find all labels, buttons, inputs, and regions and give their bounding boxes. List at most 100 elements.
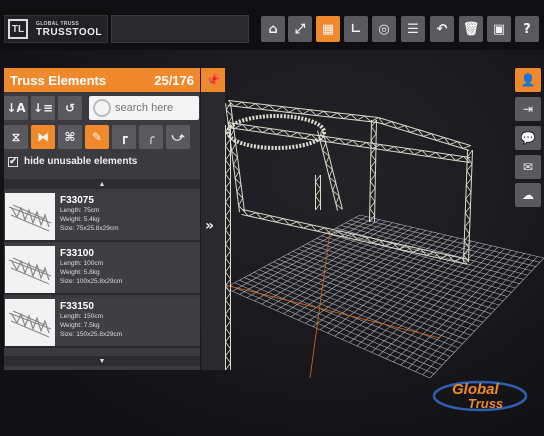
expand-icon: ⤢ (294, 21, 306, 37)
item-name: F33150 (60, 301, 94, 312)
floor-grid-line (429, 257, 544, 379)
truss-thumb-icon (8, 310, 52, 338)
truss-post (225, 102, 245, 212)
grid-icon: ▦ (321, 21, 335, 37)
list-button[interactable]: ☰ (401, 16, 425, 42)
floor-grid-line (378, 247, 499, 356)
panel-title: Truss Elements (10, 72, 107, 88)
truss-beam (378, 117, 471, 149)
logo-mark: TL (8, 19, 28, 39)
floor-grid-line (350, 219, 536, 267)
hide-unusable-label: hide unusable elements (24, 156, 138, 167)
help-icon: ? (523, 21, 531, 37)
item-size: Size: 150x25.8x29cm (60, 331, 123, 338)
corner-icon[interactable]: ┏ (112, 125, 136, 149)
undo-button[interactable]: ↶ (430, 16, 454, 42)
search-input[interactable] (115, 102, 195, 114)
truss-post (225, 124, 231, 371)
target-icon: ◎ (378, 21, 390, 37)
truss-elements-panel: Truss Elements 25/176 ↓A↓≡↺ ⧖⧓⌘✎┏╭⤻ ✔ hi… (4, 68, 200, 370)
floor-grid-line (302, 246, 496, 310)
search-box[interactable] (89, 96, 199, 120)
floor-grid-line (415, 254, 532, 372)
truss-beam (228, 122, 470, 163)
circular-truss (226, 114, 326, 150)
user-button[interactable]: 👤 (515, 68, 541, 92)
screenshot-button[interactable]: ▣ (487, 16, 511, 42)
truss-beam (228, 100, 379, 119)
list-icon: ☰ (407, 21, 419, 37)
chat-button[interactable]: 💬 (515, 126, 541, 150)
global-truss-logo: Global Truss (432, 380, 528, 412)
truss-thumb-icon (8, 257, 52, 285)
truss-thumbnail (5, 299, 55, 346)
curve-icon[interactable]: ╭ (139, 125, 163, 149)
link-icon[interactable]: ⧖ (4, 125, 28, 149)
logo-product: TRUSSTOOL (36, 26, 102, 38)
sort-az-icon[interactable]: ↓A (4, 96, 28, 120)
help-button[interactable]: ? (515, 16, 539, 42)
truss-thumbnail (5, 246, 55, 293)
expand-button[interactable]: ⤢ (288, 16, 312, 42)
search-icon (93, 99, 111, 117)
truss-thumbnail (5, 193, 55, 240)
item-name: F33075 (60, 195, 94, 206)
item-weight: Weight: 7.5kg (60, 322, 100, 329)
sort-size-icon[interactable]: ↓≡ (31, 96, 55, 120)
trash-button[interactable]: 🗑 (459, 16, 483, 42)
checkbox-icon[interactable]: ✔ (8, 156, 18, 167)
scroll-up-button[interactable]: ▲ (4, 179, 200, 189)
item-length: Length: 75cm (60, 207, 100, 214)
grid-button[interactable]: ▦ (316, 16, 340, 42)
home-icon: ⌂ (268, 21, 278, 37)
list-item[interactable]: F33075 Length: 75cm Weight: 5.4kg Size: 75x… (4, 192, 200, 242)
mail-button[interactable]: ✉ (515, 155, 541, 179)
panel-header: Truss Elements 25/176 (4, 68, 200, 92)
floor-grid-line (330, 230, 520, 285)
item-size: Size: 100x25.8x29cm (60, 278, 123, 285)
item-length: Length: 100cm (60, 260, 104, 267)
node-icon[interactable]: ⧓ (31, 125, 55, 149)
login-button[interactable]: ⇥ (515, 97, 541, 121)
pin-icon[interactable]: 📌 (201, 68, 225, 92)
target-button[interactable]: ◎ (372, 16, 396, 42)
app-logo: TL GLOBAL TRUSS TRUSSTOOL (4, 15, 108, 43)
home-button[interactable]: ⌂ (261, 16, 285, 42)
corner-icon: ∟ (350, 21, 362, 37)
hide-unusable-toggle[interactable]: ✔ hide unusable elements (8, 156, 137, 167)
item-weight: Weight: 5.4kg (60, 216, 100, 223)
floor-grid-line (422, 256, 538, 375)
chat-icon: 💬 (520, 131, 536, 145)
item-size: Size: 75x25.8x29cm (60, 225, 119, 232)
straight-icon[interactable]: ✎ (85, 125, 109, 149)
floor-grid-line (327, 236, 453, 334)
rotate-icon[interactable]: ⤻ (166, 125, 190, 149)
cube-icon[interactable]: ⌘ (58, 125, 82, 149)
floor-grid-line (407, 253, 525, 369)
truss-beam (227, 126, 470, 163)
item-weight: Weight: 5.8kg (60, 269, 100, 276)
item-name: F33100 (60, 248, 94, 259)
floor-grid-line (400, 251, 518, 366)
trash-icon: 🗑 (462, 21, 480, 37)
reset-icon[interactable]: ↺ (58, 96, 82, 120)
list-item[interactable]: F33150 Length: 150cm Weight: 7.5kg Size: 15… (4, 298, 200, 348)
floor-grid-line (359, 214, 544, 259)
truss-thumb-icon (8, 204, 52, 232)
corner-button[interactable]: ∟ (344, 16, 368, 42)
sort-row: ↓A ↓≡ ↺ (4, 96, 85, 120)
truss-post (315, 174, 321, 211)
cloud-icon: ☁ (522, 188, 534, 202)
brand-line-2: Truss (468, 396, 503, 411)
user-icon: 👤 (520, 73, 536, 87)
collapse-panel-button[interactable]: » (205, 218, 214, 234)
scroll-down-button[interactable]: ▼ (4, 356, 200, 366)
screenshot-icon: ▣ (492, 21, 506, 37)
project-title-field[interactable] (111, 15, 249, 43)
top-toolbar: TL GLOBAL TRUSS TRUSSTOOL ⌂ ⤢ ▦ ∟ ◎ ☰ ↶ 🗑 ▣? (0, 0, 544, 50)
element-count: 25/176 (154, 72, 194, 88)
cloud-button[interactable]: ☁ (515, 183, 541, 207)
list-item[interactable]: F33100 Length: 100cm Weight: 5.8kg Size: 10… (4, 245, 200, 295)
item-length: Length: 150cm (60, 313, 104, 320)
type-filter-row: ⧖ ⧓ ⌘ ✎ ┏ ╭ ⤻ (4, 125, 193, 149)
